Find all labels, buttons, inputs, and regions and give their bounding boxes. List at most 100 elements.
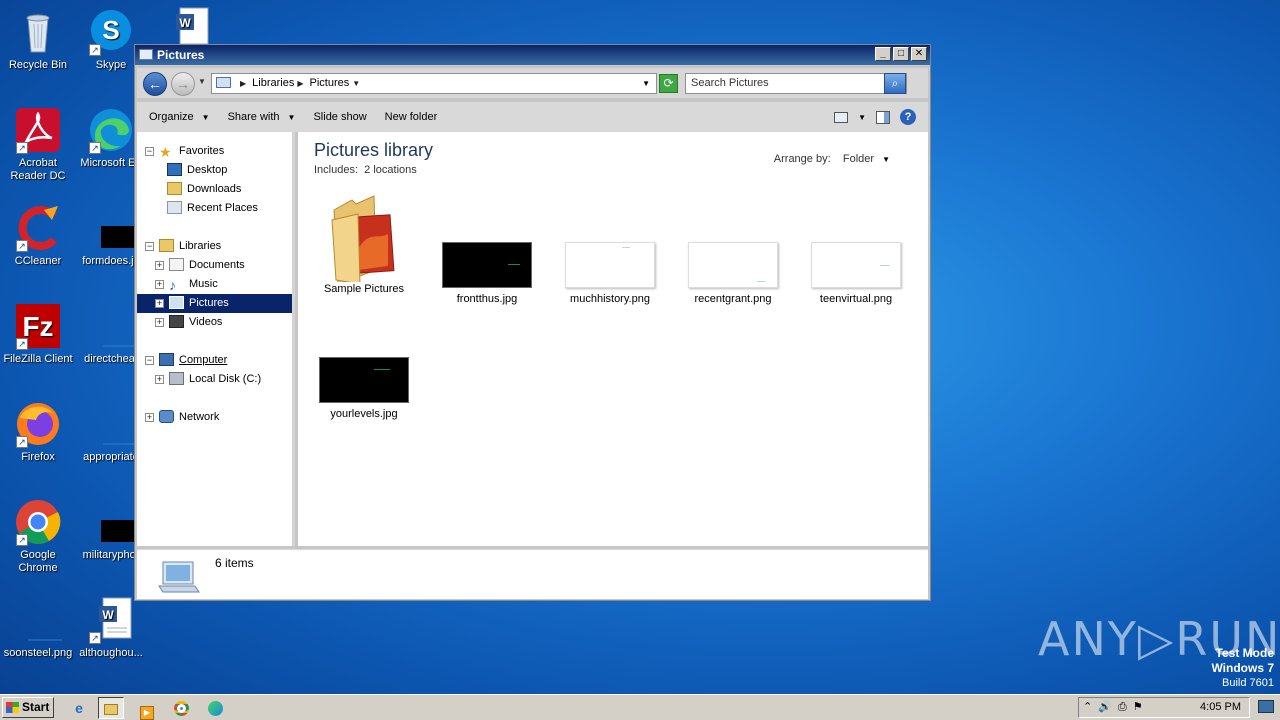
nav-favorites[interactable]: − ★ Favorites [145, 142, 224, 161]
expand-icon[interactable]: + [155, 261, 164, 270]
minimize-button[interactable]: _ [875, 47, 891, 61]
navigation-pane: − ★ Favorites Desktop Downloads Recent Pla… [137, 132, 295, 546]
nav-videos[interactable]: + Videos [155, 313, 222, 332]
maximize-button[interactable]: □ [893, 47, 909, 61]
desktop-icon-chrome[interactable]: ↗ Google Chrome [0, 498, 76, 575]
breadcrumb-arrow-icon[interactable]: ▶ [240, 79, 246, 88]
close-button[interactable]: ✕ [911, 47, 927, 61]
change-view-icon[interactable] [834, 111, 849, 123]
svg-text:W: W [179, 16, 191, 30]
nav-recent-places[interactable]: Recent Places [167, 199, 258, 218]
clock[interactable]: 4:05 PM [1200, 698, 1241, 717]
explorer-taskbar-icon[interactable] [98, 697, 124, 719]
image-thumbnail [319, 357, 409, 403]
expand-icon[interactable]: + [155, 375, 164, 384]
view-options-chevron-icon[interactable]: ▼ [858, 113, 866, 122]
desktop-icon-recycle-bin[interactable]: Recycle Bin [0, 8, 76, 72]
show-desktop-icon[interactable] [1258, 700, 1274, 713]
collapse-icon[interactable]: − [145, 147, 154, 156]
filezilla-icon: Fz ↗ [14, 302, 62, 350]
search-placeholder: Search Pictures [691, 77, 769, 89]
forward-button[interactable]: → [171, 72, 195, 96]
desktop-icon-label: Acrobat Reader DC [10, 157, 66, 182]
arrange-by-dropdown[interactable]: Folder ▼ [843, 153, 890, 165]
word-document-icon: W ↗ [87, 596, 135, 644]
recent-pages-dropdown[interactable]: ▼ [198, 77, 206, 86]
image-file-icon [87, 498, 149, 546]
breadcrumb-arrow-icon[interactable]: ▶ [297, 79, 303, 88]
taskbar: Start e ▶ ⌃🔊⎙⚑ 4:05 PM [0, 694, 1280, 720]
file-item-muchhistory[interactable]: muchhistory.png [555, 242, 665, 305]
edge-taskbar-icon[interactable] [202, 697, 228, 719]
nav-documents[interactable]: + Documents [155, 256, 245, 275]
desktop-icon-althoughou[interactable]: W ↗ althoughou... [73, 596, 149, 660]
tray-icons[interactable]: ⌃🔊⎙⚑ [1083, 698, 1149, 717]
nav-network[interactable]: + Network [145, 408, 219, 427]
start-button[interactable]: Start [2, 697, 54, 718]
chevron-down-icon: ▼ [287, 113, 296, 122]
share-with-label: Share with [227, 111, 280, 123]
internet-explorer-icon[interactable]: e [66, 697, 92, 719]
file-item-sample-pictures[interactable]: Sample Pictures [309, 194, 419, 295]
file-item-recentgrant[interactable]: recentgrant.png [678, 242, 788, 305]
slide-show-button[interactable]: Slide show [313, 111, 366, 123]
star-icon: ★ [159, 144, 172, 160]
nav-computer[interactable]: − Computer [145, 351, 227, 370]
includes-locations-link[interactable]: 2 locations [364, 164, 417, 176]
search-icon[interactable]: ⌕ [884, 73, 906, 94]
svg-text:W: W [102, 608, 114, 622]
title-bar[interactable]: Pictures _ □ ✕ [135, 45, 930, 65]
svg-text:S: S [102, 15, 119, 45]
videos-icon [169, 315, 184, 328]
breadcrumb-pictures[interactable]: Pictures [310, 77, 350, 89]
file-item-teenvirtual[interactable]: teenvirtual.png [801, 242, 911, 305]
nav-libraries[interactable]: − Libraries [145, 237, 221, 256]
desktop-icon-soonsteel[interactable]: soonsteel.png [0, 596, 76, 660]
media-player-icon[interactable]: ▶ [134, 697, 160, 720]
desktop-icon-firefox[interactable]: ↗ Firefox [0, 400, 76, 464]
collapse-icon[interactable]: − [145, 356, 154, 365]
watermark-line: Windows 7 [1211, 661, 1274, 675]
share-with-button[interactable]: Share with ▼ [228, 111, 296, 123]
downloads-folder-icon [167, 182, 182, 195]
nav-pictures[interactable]: + Pictures [137, 294, 292, 313]
refresh-icon[interactable]: ⟳ [659, 74, 678, 93]
expand-icon[interactable]: + [155, 318, 164, 327]
search-input[interactable]: Search Pictures ⌕ [685, 73, 907, 94]
nav-downloads[interactable]: Downloads [167, 180, 241, 199]
image-thumbnail [442, 242, 532, 288]
file-item-frontthus[interactable]: frontthus.jpg [432, 242, 542, 305]
preview-pane-icon[interactable] [876, 110, 890, 124]
desktop-icon-filezilla[interactable]: Fz ↗ FileZilla Client [0, 302, 76, 366]
image-file-icon [87, 302, 143, 350]
nav-local-disk[interactable]: + Local Disk (C:) [155, 370, 261, 389]
address-row: ← → ▼ ▶ Libraries ▶ Pictures ▼ ▼ ⟳ Search Pi… [137, 68, 928, 98]
file-item-yourlevels[interactable]: yourlevels.jpg [309, 357, 419, 420]
address-bar[interactable]: ▶ Libraries ▶ Pictures ▼ ▼ [211, 73, 657, 94]
arrange-by-value: Folder [842, 153, 875, 165]
test-mode-watermark: Test Mode Windows 7 Build 7601 [1211, 646, 1274, 690]
desktop-icon-label: Recycle Bin [8, 59, 68, 71]
nav-music[interactable]: + ♪ Music [155, 275, 218, 294]
breadcrumb-libraries[interactable]: Libraries [252, 77, 294, 89]
address-dropdown-icon[interactable]: ▼ [642, 74, 650, 93]
expand-icon[interactable]: + [145, 413, 154, 422]
desktop-icon-acrobat[interactable]: ↗ Acrobat Reader DC [0, 106, 76, 183]
back-button[interactable]: ← [143, 72, 167, 96]
breadcrumb-arrow-icon[interactable]: ▼ [352, 79, 360, 88]
desktop-icon-ccleaner[interactable]: ↗ CCleaner [0, 204, 76, 268]
pictures-library-icon [139, 49, 153, 60]
file-name: muchhistory.png [570, 293, 650, 305]
organize-button[interactable]: Organize ▼ [149, 111, 210, 123]
explorer-window: Pictures _ □ ✕ ← → ▼ ▶ Libraries ▶ Pictures… [134, 44, 931, 601]
new-folder-button[interactable]: New folder [385, 111, 438, 123]
collapse-icon[interactable]: − [145, 242, 154, 251]
nav-desktop[interactable]: Desktop [167, 161, 227, 180]
details-pane: 6 items [137, 549, 928, 599]
help-icon[interactable]: ? [900, 109, 916, 125]
chrome-taskbar-icon[interactable] [168, 697, 194, 719]
nav-label: Videos [189, 316, 223, 328]
expand-icon[interactable]: + [155, 280, 164, 289]
hard-drive-icon [169, 372, 184, 385]
expand-icon[interactable]: + [155, 299, 164, 308]
